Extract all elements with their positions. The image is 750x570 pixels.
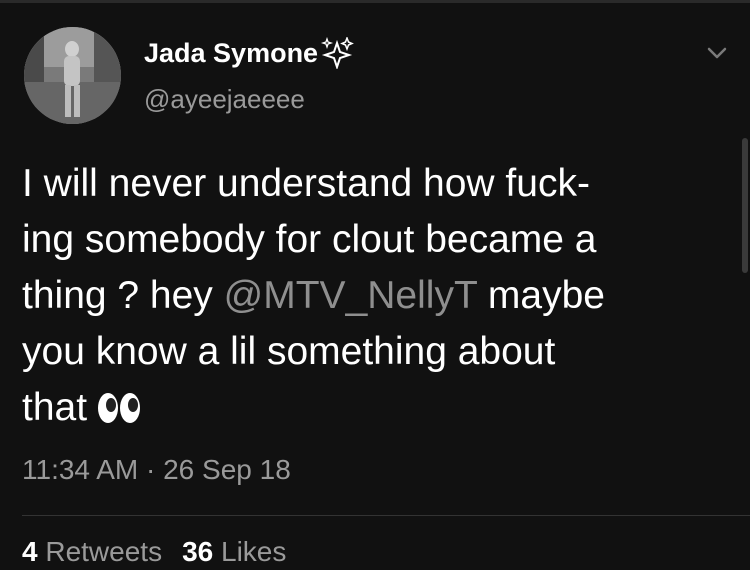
tweet-stats: 4 Retweets 36 Likes xyxy=(22,536,286,568)
tweet-card: Jada Symone @ayeejaeeee I will never und… xyxy=(0,0,750,570)
chevron-down-icon[interactable] xyxy=(700,36,734,70)
tweet-text-segment: that xyxy=(22,386,88,429)
likes-label: Likes xyxy=(221,536,287,567)
eyes-icon xyxy=(98,393,141,423)
avatar-photo xyxy=(24,27,121,124)
scrollbar[interactable] xyxy=(742,138,748,273)
tweet-timestamp[interactable]: 11:34 AM · 26 Sep 18 xyxy=(22,454,291,486)
display-name[interactable]: Jada Symone xyxy=(144,37,354,69)
tweet-text: I will never understand how fuck- ing so… xyxy=(22,156,722,436)
sparkles-icon xyxy=(321,37,354,69)
tweet-text-segment: thing ? hey xyxy=(22,274,224,317)
retweets-count: 4 xyxy=(22,536,38,567)
tweet-text-line: that xyxy=(22,380,722,436)
top-divider xyxy=(0,0,750,3)
retweets-stat[interactable]: 4 Retweets xyxy=(22,536,162,567)
avatar[interactable] xyxy=(24,27,121,124)
tweet-text-line: I will never understand how fuck- xyxy=(22,162,590,205)
user-handle[interactable]: @ayeejaeeee xyxy=(144,84,305,115)
mention-link[interactable]: @MTV_NellyT xyxy=(224,274,477,317)
display-name-text: Jada Symone xyxy=(144,37,319,68)
tweet-text-line: thing ? hey @MTV_NellyT maybe xyxy=(22,268,722,324)
tweet-text-segment: maybe xyxy=(477,274,605,317)
tweet-text-line: you know a lil something about xyxy=(22,330,556,373)
likes-count: 36 xyxy=(182,536,214,567)
retweets-label: Retweets xyxy=(45,536,163,567)
stats-divider xyxy=(22,515,750,516)
tweet-text-line: ing somebody for clout became a xyxy=(22,218,597,261)
likes-stat[interactable]: 36 Likes xyxy=(182,536,286,567)
